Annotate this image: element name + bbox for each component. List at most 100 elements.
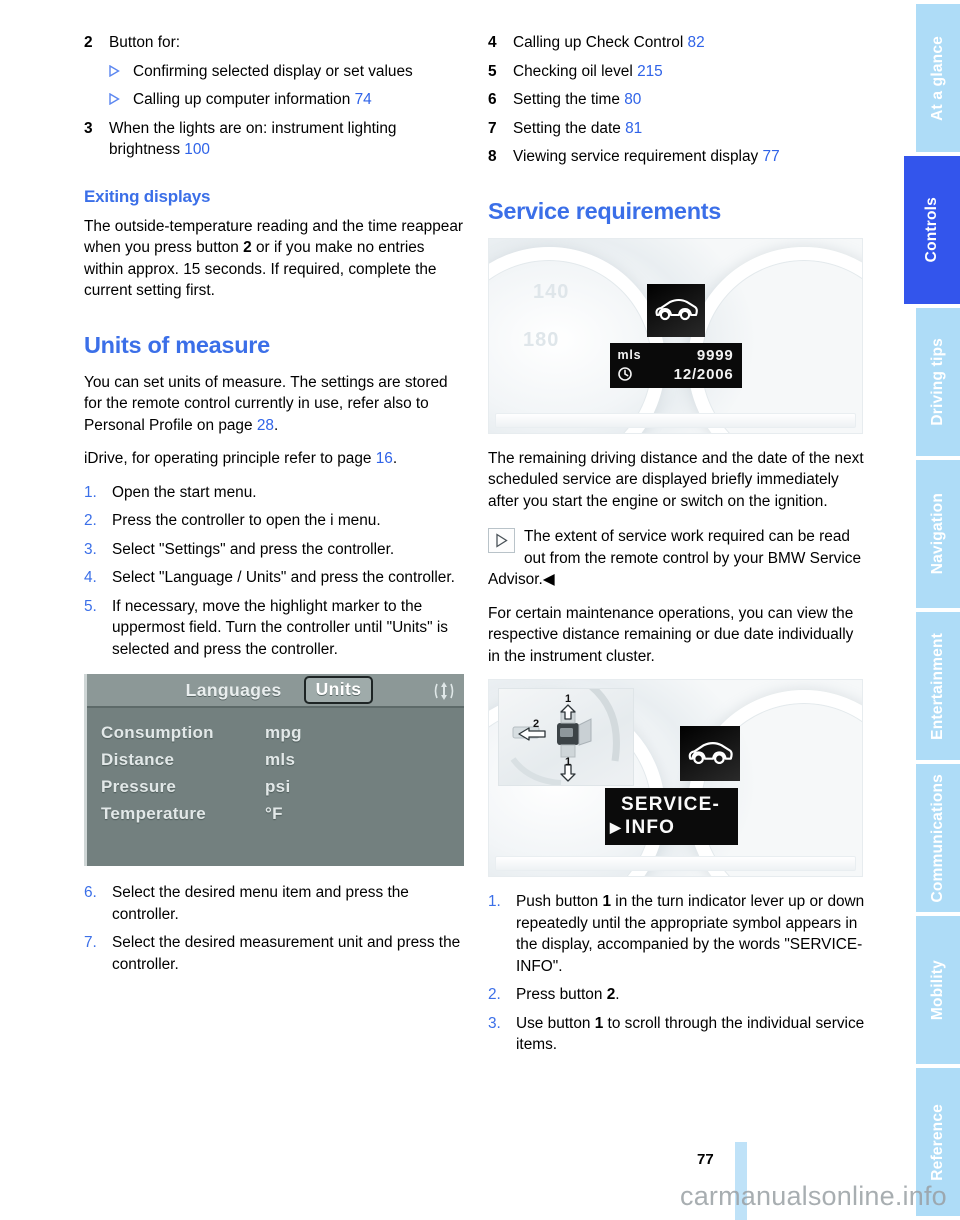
key-number: 5 bbox=[488, 62, 497, 80]
page-reference[interactable]: 82 bbox=[688, 34, 705, 51]
key-item: 7 Setting the date 81 bbox=[488, 118, 868, 140]
service-data-display: mls 9999 12/2006 bbox=[609, 342, 742, 388]
distance-unit-label: mls bbox=[617, 348, 642, 362]
paragraph-units-intro: You can set units of measure. The settin… bbox=[84, 372, 464, 437]
idrive-tab-languages[interactable]: Languages bbox=[178, 680, 290, 701]
step-item: 1. Push button 1 in the turn indicator l… bbox=[488, 891, 868, 977]
sidebar-tab-at-a-glance[interactable]: At a glance bbox=[916, 4, 960, 152]
idrive-row[interactable]: Consumption mpg bbox=[87, 719, 464, 746]
sidebar-tab-entertainment[interactable]: Entertainment bbox=[916, 612, 960, 760]
bullet-list: Confirming selected display or set value… bbox=[84, 61, 464, 111]
figure-idrive-units-screen: Languages Units Consumption mpg Distance… bbox=[84, 674, 464, 866]
sidebar-tab-label: Controls bbox=[923, 197, 940, 263]
key-text: Setting the time 80 bbox=[513, 89, 868, 111]
key-number: 6 bbox=[488, 91, 497, 108]
dial-tick-label: 140 bbox=[533, 280, 570, 303]
clock-icon bbox=[617, 367, 632, 381]
step-text: Use button 1 to scroll through the indiv… bbox=[516, 1013, 868, 1056]
step-item: 4. Select "Language / Units" and press t… bbox=[84, 567, 464, 589]
step-text: If necessary, move the highlight marker … bbox=[112, 597, 448, 658]
page-reference[interactable]: 28 bbox=[257, 417, 274, 434]
key-list-left-2: 3 When the lights are on: instrument lig… bbox=[84, 118, 464, 161]
sidebar-tab-label: At a glance bbox=[929, 35, 946, 121]
page-reference[interactable]: 80 bbox=[624, 91, 641, 108]
page-reference[interactable]: 100 bbox=[184, 141, 210, 158]
step-number: 3. bbox=[488, 1014, 501, 1032]
step-number: 7. bbox=[84, 934, 97, 951]
paragraph-idrive-ref: iDrive, for operating principle refer to… bbox=[84, 448, 464, 470]
step-number: 1. bbox=[488, 893, 501, 910]
key-number: 8 bbox=[488, 148, 497, 165]
bullet-item: Confirming selected display or set value… bbox=[84, 61, 464, 83]
button-reference: 1 bbox=[594, 1014, 604, 1032]
key-text: Checking oil level 215 bbox=[513, 61, 868, 83]
sidebar-tab-label: Communications bbox=[929, 773, 946, 903]
sidebar-tab-communications[interactable]: Communications bbox=[916, 764, 960, 912]
page-reference[interactable]: 215 bbox=[637, 63, 663, 80]
step-text: Press the controller to open the i menu. bbox=[112, 512, 381, 529]
key-item: 8 Viewing service requirement display 77 bbox=[488, 146, 868, 168]
key-label: Setting the date bbox=[513, 119, 621, 137]
heading-units-of-measure: Units of measure bbox=[84, 331, 270, 358]
note-block: The extent of service work required can … bbox=[488, 526, 868, 591]
paragraph-exiting-displays: The outside-temperature reading and the … bbox=[84, 216, 464, 302]
step-number: 3. bbox=[84, 540, 97, 558]
sidebar-tab-driving-tips[interactable]: Driving tips bbox=[916, 308, 960, 456]
cluster-lower-trim bbox=[495, 412, 856, 428]
sidebar-tab-mobility[interactable]: Mobility bbox=[916, 916, 960, 1064]
page-reference[interactable]: 77 bbox=[763, 148, 780, 165]
page-reference[interactable]: 74 bbox=[355, 91, 372, 108]
key-text: When the lights are on: instrument light… bbox=[109, 118, 464, 161]
page-reference[interactable]: 81 bbox=[625, 120, 642, 137]
step-item: 6. Select the desired menu item and pres… bbox=[84, 882, 464, 925]
text-run: . bbox=[392, 450, 398, 467]
step-number: 1. bbox=[84, 483, 97, 501]
step-number: 5. bbox=[84, 597, 97, 615]
key-label: Viewing service requirement display bbox=[513, 148, 759, 165]
procedure-steps-units: 1. Open the start menu. 2. Press the con… bbox=[84, 482, 464, 661]
sidebar-tab-controls[interactable]: Controls bbox=[904, 156, 960, 304]
idrive-row-label: Consumption bbox=[101, 723, 214, 742]
text-run: . bbox=[273, 416, 279, 434]
paragraph-service-intro: The remaining driving distance and the d… bbox=[488, 449, 864, 510]
sidebar-tab-label: Driving tips bbox=[929, 338, 946, 426]
tachometer-dial bbox=[688, 246, 862, 433]
idrive-row[interactable]: Temperature °F bbox=[87, 800, 464, 827]
figure-service-display: 140 180 mls 9999 12/2006 bbox=[488, 237, 863, 434]
step-number: 6. bbox=[84, 884, 97, 901]
text-run: Press button bbox=[516, 986, 607, 1003]
text-run: Use button bbox=[516, 1014, 595, 1032]
updown-scroll-icon bbox=[434, 680, 454, 702]
step-item: 2. Press button 2. bbox=[488, 984, 868, 1006]
tachometer-dial bbox=[688, 690, 862, 876]
idrive-tab-bar: Languages Units bbox=[87, 674, 464, 708]
button-reference: 2 bbox=[606, 986, 616, 1003]
key-number: 7 bbox=[488, 119, 497, 137]
idrive-tab-units[interactable]: Units bbox=[303, 676, 374, 704]
idrive-row-value: psi bbox=[265, 777, 291, 796]
figure-service-info-display: 1 1 2 SERVICE- ▶ INFO bbox=[488, 679, 863, 877]
text-run: Push button bbox=[516, 893, 603, 910]
idrive-row-label: Pressure bbox=[101, 777, 177, 796]
cluster-lower-trim bbox=[495, 856, 856, 871]
key-label: Calling up Check Control bbox=[513, 34, 684, 51]
key-text: Setting the date 81 bbox=[513, 118, 868, 140]
sidebar-tab-label: Reference bbox=[929, 1103, 946, 1181]
idrive-row[interactable]: Distance mls bbox=[87, 746, 464, 773]
step-item: 1. Open the start menu. bbox=[84, 482, 464, 504]
figure-code-label bbox=[475, 856, 482, 858]
step-item: 3. Use button 1 to scroll through the in… bbox=[488, 1013, 868, 1056]
step-text: Select the desired measurement unit and … bbox=[112, 934, 461, 973]
key-number: 4 bbox=[488, 34, 497, 51]
bullet-item: Calling up computer information 74 bbox=[84, 89, 464, 111]
heading-exiting-displays: Exiting displays bbox=[84, 186, 211, 206]
sidebar-tab-navigation[interactable]: Navigation bbox=[916, 460, 960, 608]
bullet-text: Confirming selected display or set value… bbox=[133, 62, 413, 80]
page-number: 77 bbox=[697, 1151, 714, 1168]
button-reference: 2 bbox=[243, 239, 252, 256]
display-marker-icon: ▶ bbox=[610, 819, 622, 835]
key-number: 2 bbox=[84, 34, 93, 51]
key-label: Setting the time bbox=[513, 91, 620, 108]
idrive-row[interactable]: Pressure psi bbox=[87, 773, 464, 800]
page-reference[interactable]: 16 bbox=[376, 450, 393, 467]
